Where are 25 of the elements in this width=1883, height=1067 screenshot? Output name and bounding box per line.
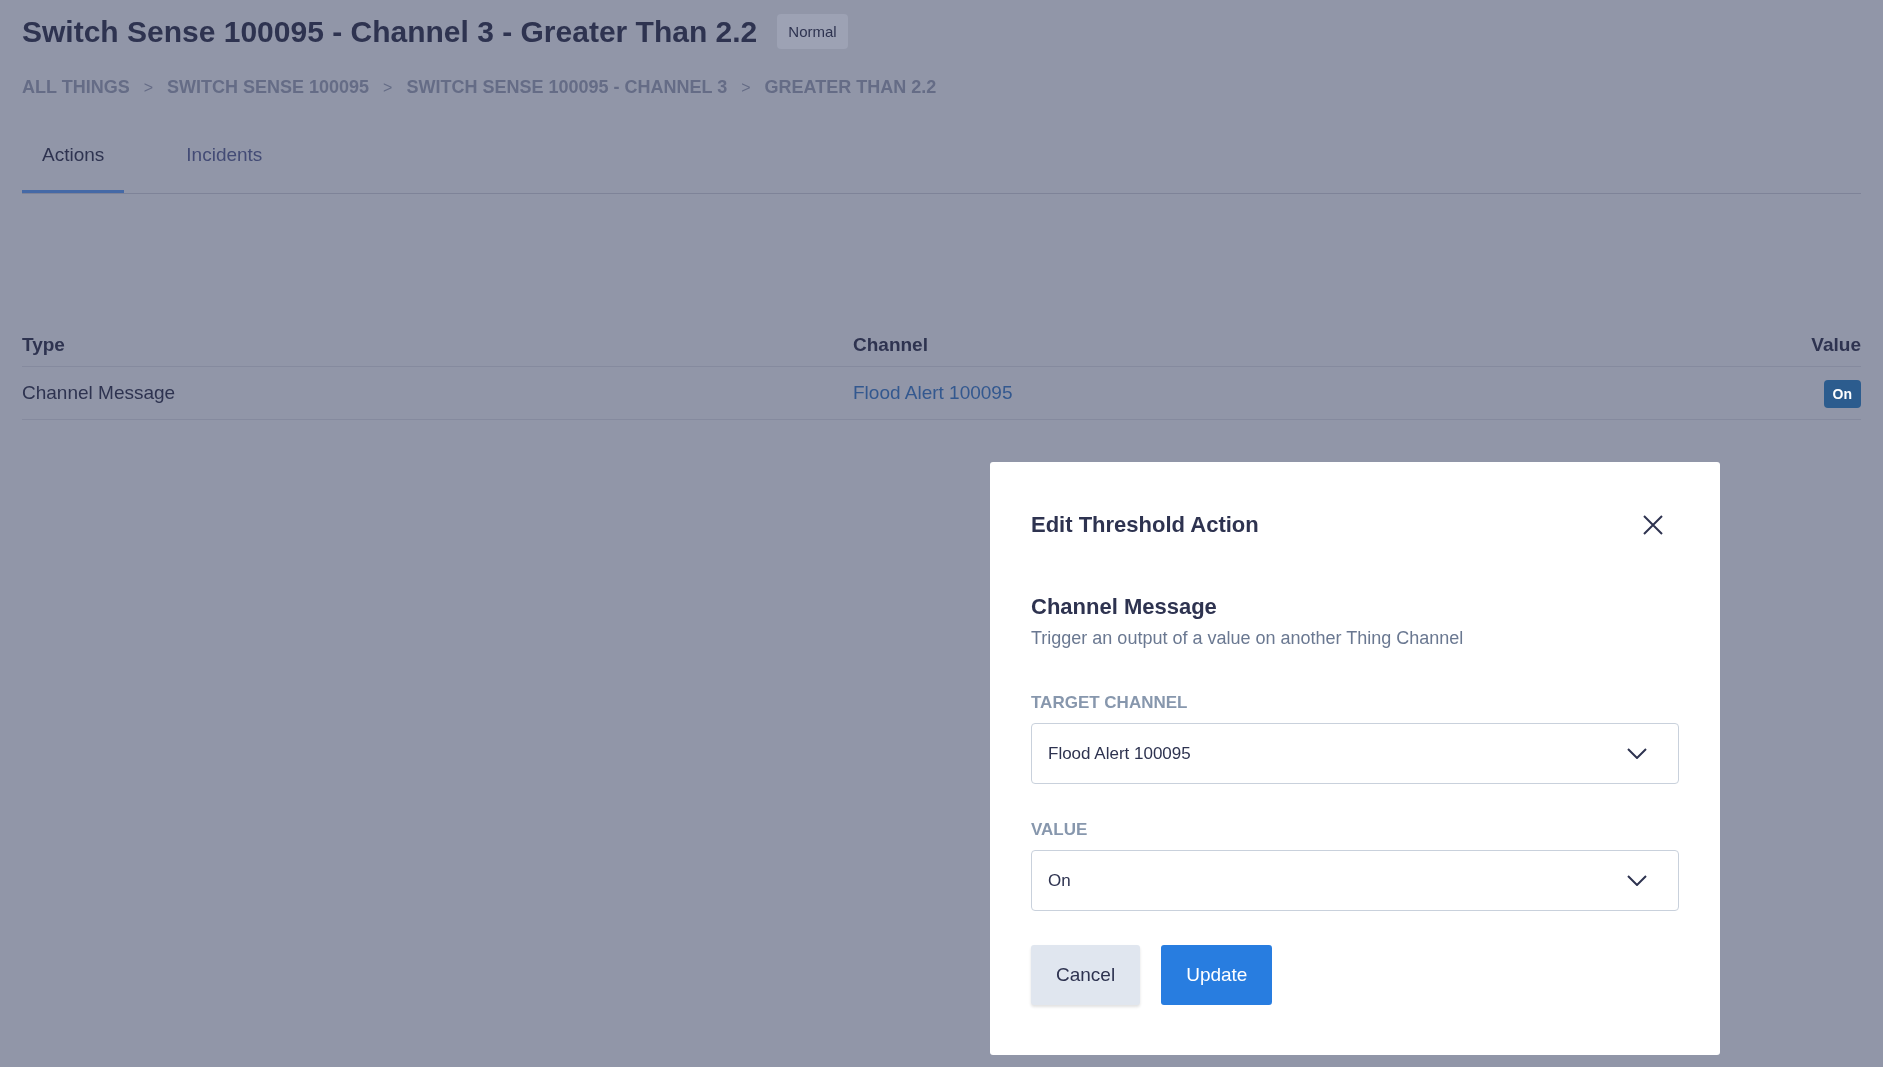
- value-badge: On: [1823, 380, 1861, 408]
- column-header: Channel: [853, 334, 929, 356]
- column-header: Type: [22, 334, 66, 356]
- page-title: Switch Sense 100095 - Channel 3 - Greater Than 2.2: [22, 14, 758, 49]
- field-label: VALUE: [1031, 820, 1089, 840]
- select-field[interactable]: Flood Alert 100095: [1031, 723, 1679, 784]
- close-icon[interactable]: [1642, 514, 1664, 536]
- update-button[interactable]: Update: [1161, 945, 1273, 1005]
- tab[interactable]: Actions: [22, 144, 125, 193]
- status-badge: Normal: [777, 14, 848, 49]
- breadcrumb-separator: >: [741, 78, 751, 97]
- field-label: TARGET CHANNEL: [1031, 693, 1189, 713]
- select-field[interactable]: On: [1031, 850, 1679, 911]
- column-header: Value: [1811, 334, 1861, 356]
- tab[interactable]: Incidents: [166, 144, 283, 193]
- breadcrumb-separator: >: [143, 78, 153, 97]
- modal-title: Edit Threshold Action: [1031, 512, 1259, 538]
- section-title: Channel Message: [1031, 594, 1218, 620]
- cancel-button[interactable]: Cancel: [1031, 945, 1141, 1005]
- chevron-down-icon: [1627, 875, 1647, 886]
- channel-link[interactable]: Flood Alert 100095: [853, 382, 1824, 404]
- chevron-down-icon: [1627, 748, 1647, 759]
- table-cell-text: Channel Message: [22, 382, 177, 404]
- section-description: Trigger an output of a value on another Thing Channel: [1031, 628, 1465, 649]
- breadcrumb-separator: >: [383, 78, 393, 97]
